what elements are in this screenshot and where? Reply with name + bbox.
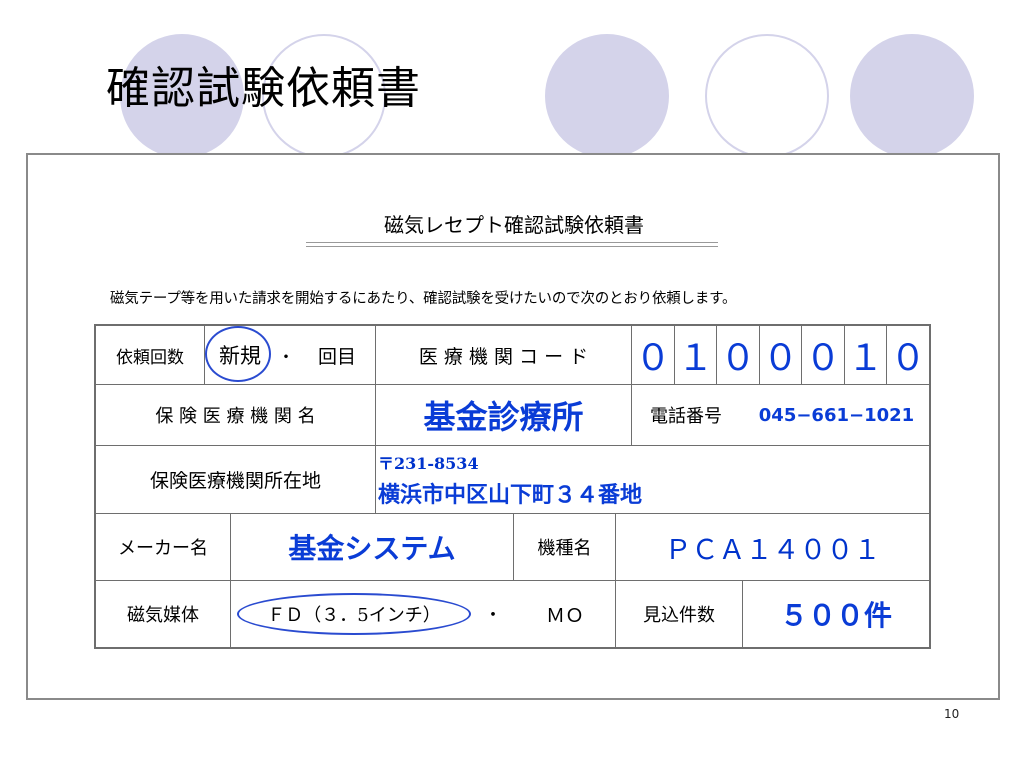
maker-name-label: メーカー名 [118, 538, 208, 559]
facility-code-digit: １ [847, 338, 884, 379]
facility-code-digit: ０ [762, 338, 799, 379]
media-separator: ・ [484, 605, 502, 626]
selected-option-circle [205, 326, 271, 382]
facility-code-digit: ０ [804, 338, 841, 379]
facility-code-digit: ０ [634, 338, 671, 379]
heading-underline [306, 242, 718, 243]
selected-option-circle [237, 593, 471, 635]
facility-name-label: 保 険 医 療 機 関 名 [155, 406, 316, 427]
facility-name-value: 基金診療所 [423, 398, 584, 436]
maker-name-value: 基金システム [288, 532, 456, 565]
table-border [929, 324, 931, 649]
heading-underline [306, 246, 718, 247]
decor-circle-5 [850, 34, 974, 158]
facility-code-digit: ０ [719, 338, 756, 379]
postal-code: 〒231-8534 [378, 454, 479, 473]
form-heading: 磁気レセプト確認試験依頼書 [384, 213, 644, 237]
model-name-value: ＰＣＡ１４００１ [664, 534, 881, 566]
decor-circle-4 [705, 34, 829, 158]
slide-title: 確認試験依頼書 [106, 63, 421, 114]
facility-code-label: 医 療 機 関 コ ー ド [418, 345, 589, 368]
expected-count-value: ５００件 [779, 599, 892, 632]
request-count-label: 依頼回数 [116, 347, 184, 368]
address-value: 横浜市中区山下町３４番地 [378, 483, 643, 508]
request-times-option: 回目 [317, 345, 356, 368]
media-label: 磁気媒体 [127, 605, 199, 626]
facility-code-digit: ０ [889, 338, 926, 379]
table-border [94, 647, 931, 649]
form-intro: 磁気テープ等を用いた請求を開始するにあたり、確認試験を受けたいので次のとおり依頼… [110, 291, 737, 307]
expected-count-label: 見込件数 [643, 605, 715, 626]
option-separator: ・ [277, 347, 295, 368]
facility-address-label: 保険医療機関所在地 [149, 470, 321, 492]
phone-value: 045−661−1021 [758, 404, 915, 426]
facility-code-digit: １ [677, 338, 714, 379]
phone-label: 電話番号 [650, 406, 722, 427]
model-name-label: 機種名 [537, 538, 592, 559]
media-mo-option: ＭＯ [545, 604, 584, 627]
table-border [230, 580, 231, 648]
page-number: 10 [944, 707, 960, 721]
decor-circle-3 [545, 34, 669, 158]
table-border [375, 445, 376, 513]
